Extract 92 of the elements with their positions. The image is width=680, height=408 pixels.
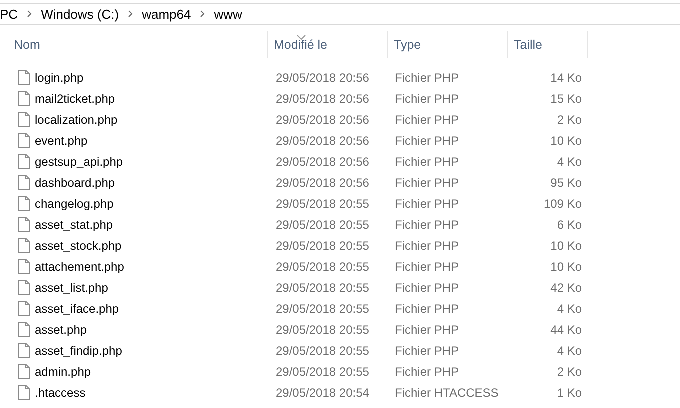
file-name[interactable]: event.php bbox=[35, 134, 88, 148]
modified-date: 29/05/2018 20:55 bbox=[276, 322, 370, 336]
breadcrumb-item[interactable]: wamp64 bbox=[142, 6, 192, 22]
file-size: 14 Ko bbox=[550, 70, 582, 84]
file-type: Fichier PHP bbox=[395, 322, 460, 336]
chevron-icon bbox=[200, 10, 206, 18]
modified-date: 29/05/2018 20:56 bbox=[276, 176, 370, 190]
file-icon bbox=[18, 217, 30, 232]
file-name[interactable]: .htaccess bbox=[35, 386, 86, 400]
file-size: 109 Ko bbox=[544, 196, 582, 210]
column-header[interactable]: Taille bbox=[514, 38, 542, 52]
modified-date: 29/05/2018 20:55 bbox=[276, 364, 370, 378]
breadcrumb-item[interactable]: Windows (C:) bbox=[41, 6, 120, 22]
file-name[interactable]: asset_list.php bbox=[35, 280, 108, 294]
file-name[interactable]: gestsup_api.php bbox=[35, 154, 124, 168]
file-type: Fichier PHP bbox=[395, 344, 460, 358]
file-type: Fichier PHP bbox=[395, 302, 460, 316]
breadcrumb-item[interactable]: www bbox=[214, 6, 242, 22]
file-name[interactable]: localization.php bbox=[35, 112, 118, 126]
column-header[interactable]: Nom bbox=[14, 38, 40, 52]
file-type: Fichier PHP bbox=[395, 364, 460, 378]
file-name[interactable]: asset_stat.php bbox=[35, 218, 114, 232]
modified-date: 29/05/2018 20:55 bbox=[276, 302, 370, 316]
file-size: 2 Ko bbox=[557, 364, 582, 378]
file-name[interactable]: login.php bbox=[35, 70, 84, 84]
file-name[interactable]: mail2ticket.php bbox=[35, 92, 116, 106]
file-icon bbox=[18, 301, 30, 316]
modified-date: 29/05/2018 20:55 bbox=[276, 260, 370, 274]
column-header[interactable]: Modifié le bbox=[274, 38, 328, 52]
file-size: 4 Ko bbox=[557, 302, 582, 316]
file-icon bbox=[18, 322, 30, 337]
file-name[interactable]: attachement.php bbox=[35, 260, 124, 274]
file-size: 95 Ko bbox=[550, 176, 582, 190]
file-size: 1 Ko bbox=[557, 386, 582, 400]
file-icon bbox=[18, 196, 30, 211]
modified-date: 29/05/2018 20:55 bbox=[276, 218, 370, 232]
file-icon bbox=[18, 364, 30, 379]
file-type: Fichier PHP bbox=[395, 92, 460, 106]
file-name[interactable]: asset.php bbox=[35, 322, 88, 336]
file-type: Fichier PHP bbox=[395, 154, 460, 168]
file-type: Fichier PHP bbox=[395, 260, 460, 274]
file-name[interactable]: asset_iface.php bbox=[35, 302, 120, 316]
file-type: Fichier PHP bbox=[395, 238, 460, 252]
file-icon bbox=[18, 133, 30, 148]
modified-date: 29/05/2018 20:56 bbox=[276, 70, 370, 84]
file-type: Fichier PHP bbox=[395, 70, 460, 84]
chevron-icon bbox=[27, 10, 32, 18]
file-icon bbox=[18, 112, 30, 127]
modified-date: 29/05/2018 20:55 bbox=[276, 238, 370, 252]
file-type: Fichier HTACCESS bbox=[395, 386, 499, 400]
file-icon bbox=[18, 154, 30, 169]
file-size: 10 Ko bbox=[550, 238, 582, 252]
modified-date: 29/05/2018 20:55 bbox=[276, 196, 370, 210]
file-size: 10 Ko bbox=[550, 134, 582, 148]
column-header[interactable]: Type bbox=[394, 38, 422, 52]
modified-date: 29/05/2018 20:56 bbox=[276, 134, 370, 148]
file-icon bbox=[18, 343, 30, 358]
file-type: Fichier PHP bbox=[395, 196, 460, 210]
file-icon bbox=[18, 238, 30, 253]
modified-date: 29/05/2018 20:56 bbox=[276, 92, 370, 106]
file-size: 42 Ko bbox=[550, 280, 582, 294]
file-size: 44 Ko bbox=[550, 322, 582, 336]
breadcrumb-item[interactable]: PC bbox=[0, 6, 18, 22]
file-type: Fichier PHP bbox=[395, 218, 460, 232]
modified-date: 29/05/2018 20:54 bbox=[276, 386, 370, 400]
file-type: Fichier PHP bbox=[395, 134, 460, 148]
sort-caret-icon bbox=[296, 34, 306, 40]
file-icon bbox=[18, 70, 30, 85]
file-size: 6 Ko bbox=[557, 218, 582, 232]
file-name[interactable]: asset_findip.php bbox=[35, 344, 122, 358]
modified-date: 29/05/2018 20:55 bbox=[276, 280, 370, 294]
modified-date: 29/05/2018 20:56 bbox=[276, 112, 370, 126]
modified-date: 29/05/2018 20:56 bbox=[276, 154, 370, 168]
file-type: Fichier PHP bbox=[395, 280, 460, 294]
modified-date: 29/05/2018 20:55 bbox=[276, 344, 370, 358]
file-icon bbox=[18, 175, 30, 190]
file-name[interactable]: changelog.php bbox=[35, 196, 114, 210]
file-icon bbox=[18, 259, 30, 274]
file-name[interactable]: dashboard.php bbox=[35, 176, 116, 190]
file-icon bbox=[18, 280, 30, 295]
file-name[interactable]: asset_stock.php bbox=[35, 238, 122, 252]
file-size: 2 Ko bbox=[557, 112, 582, 126]
file-size: 4 Ko bbox=[557, 154, 582, 168]
file-type: Fichier PHP bbox=[395, 176, 460, 190]
file-icon bbox=[18, 91, 30, 106]
file-size: 4 Ko bbox=[557, 344, 582, 358]
file-type: Fichier PHP bbox=[395, 112, 460, 126]
file-size: 10 Ko bbox=[550, 260, 582, 274]
file-size: 15 Ko bbox=[550, 92, 582, 106]
chevron-icon bbox=[128, 10, 134, 18]
file-name[interactable]: admin.php bbox=[35, 364, 92, 378]
file-icon bbox=[18, 385, 30, 400]
